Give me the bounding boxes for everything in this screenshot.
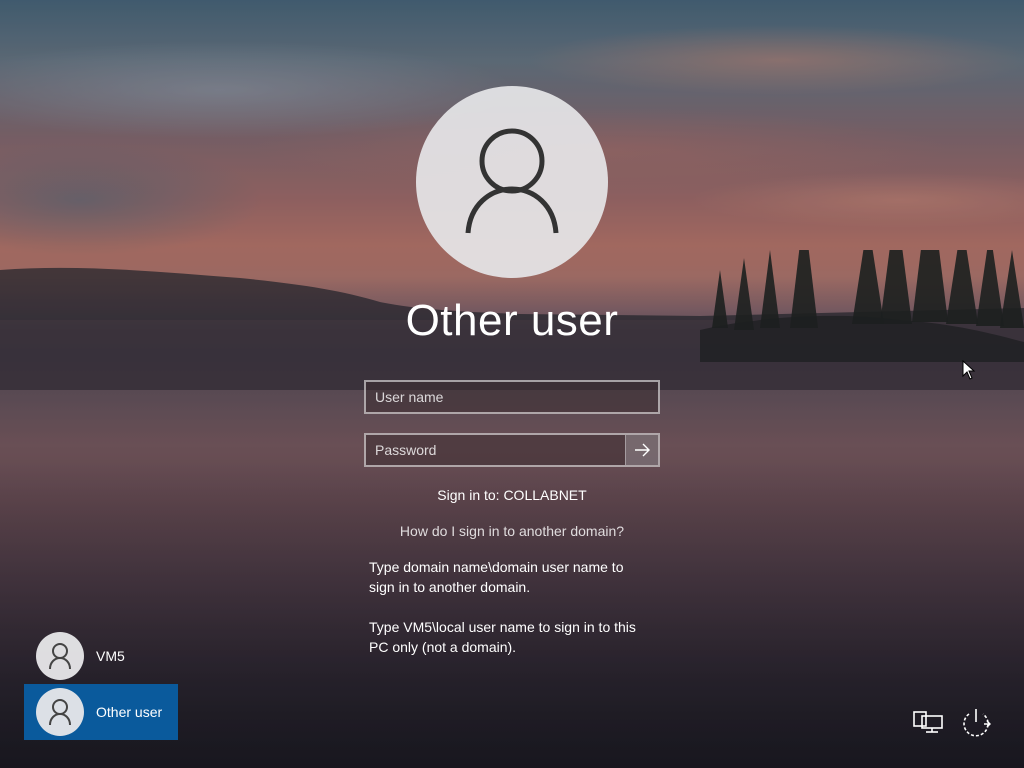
user-avatar: [416, 86, 608, 278]
network-icon: [913, 711, 943, 733]
domain-help-text: Type domain name\domain user name to sig…: [369, 557, 669, 657]
power-button[interactable]: [958, 704, 994, 740]
sign-in-to-label: Sign in to: COLLABNET: [437, 487, 587, 503]
help-line: PC only (not a domain).: [369, 639, 517, 655]
other-domain-help-link[interactable]: How do I sign in to another domain?: [0, 521, 1024, 541]
user-tile-label: VM5: [96, 648, 125, 664]
network-button[interactable]: [910, 704, 946, 740]
help-line: Type domain name\domain user name to: [369, 559, 624, 575]
person-icon: [49, 643, 71, 670]
user-avatar-small: [36, 688, 84, 736]
power-icon: [963, 709, 991, 737]
user-tile-vm5[interactable]: VM5: [24, 628, 178, 684]
help-line: Type VM5\local user name to sign in to t…: [369, 619, 636, 635]
password-input[interactable]: [366, 435, 628, 465]
person-icon: [49, 699, 71, 726]
mouse-cursor-icon: [962, 360, 976, 380]
submit-button[interactable]: [625, 435, 658, 465]
person-icon: [465, 128, 559, 234]
user-tile-label: Other user: [96, 704, 163, 720]
password-field[interactable]: [364, 433, 660, 467]
arrow-right-icon: [635, 443, 650, 457]
username-input[interactable]: [366, 382, 658, 412]
help-line: sign in to another domain.: [369, 579, 531, 595]
username-field[interactable]: [364, 380, 660, 414]
user-display-name: Other user: [405, 296, 619, 345]
user-avatar-small: [36, 632, 84, 680]
user-tile-other-user[interactable]: Other user: [24, 684, 178, 740]
